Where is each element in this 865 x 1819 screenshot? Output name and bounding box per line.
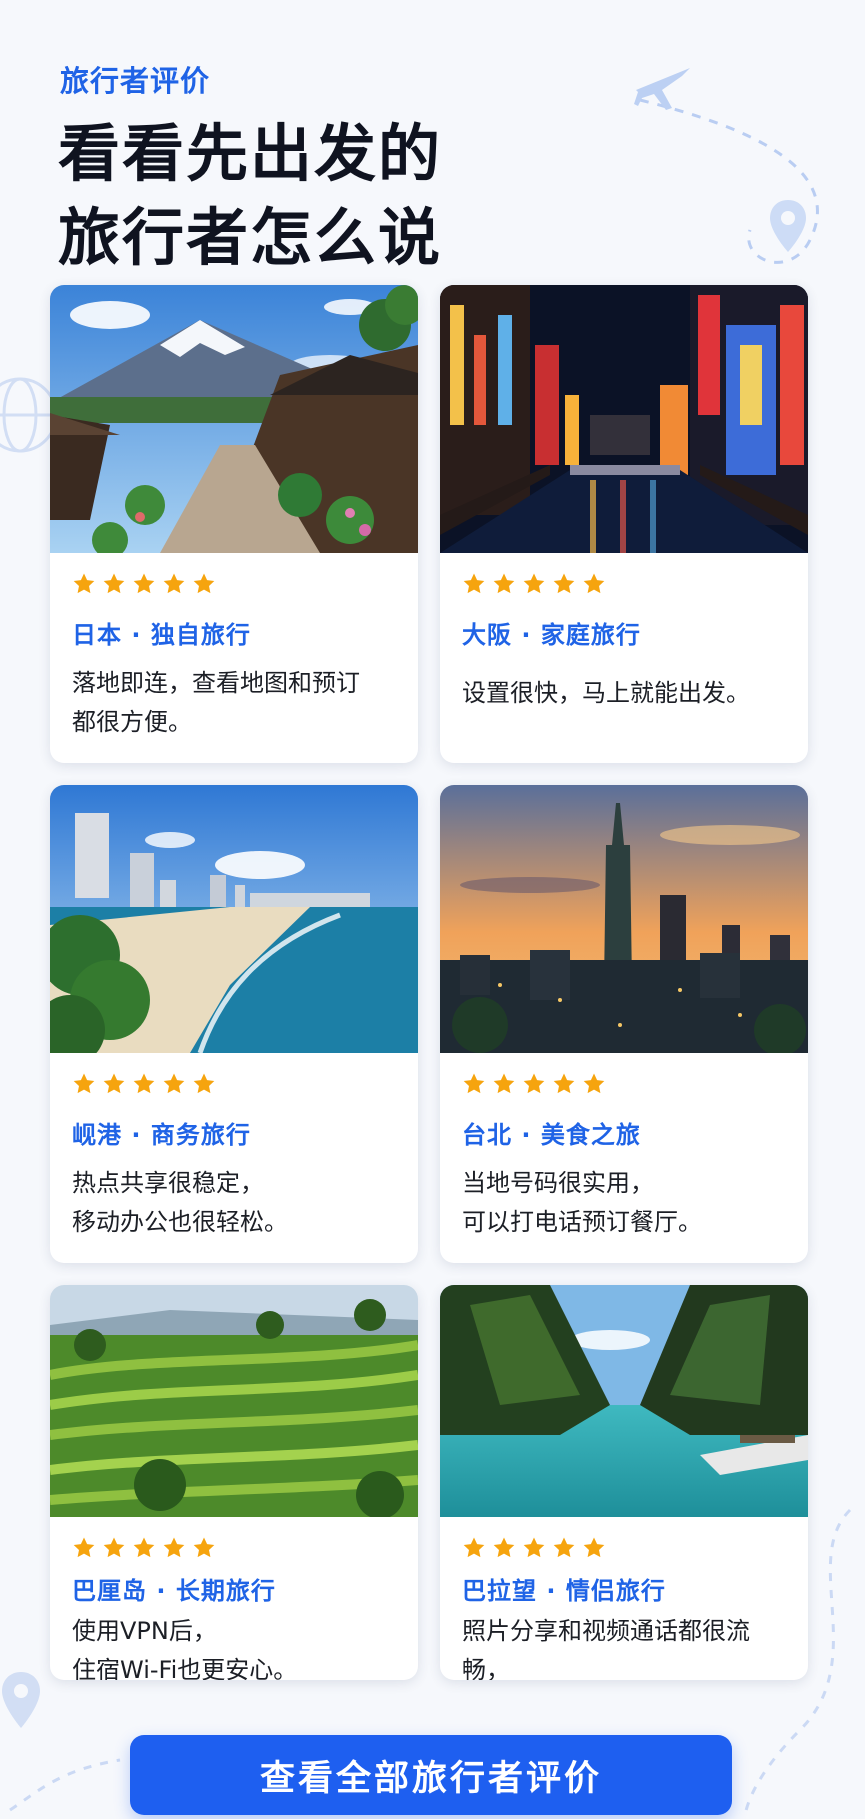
star-icon xyxy=(163,1073,185,1094)
review-text: 当地号码很实用， 可以打电话预订餐厅。 xyxy=(462,1169,702,1236)
star-icon xyxy=(493,1537,515,1558)
danang-beach-photo xyxy=(50,785,418,1053)
star-icon xyxy=(163,573,185,594)
review-card[interactable]: 巴拉望 · 情侣旅行 照片分享和视频通话都很流畅， 没有中断。 xyxy=(440,1285,808,1680)
star-icon xyxy=(553,1073,575,1094)
review-location: 大阪 · 家庭旅行 xyxy=(462,621,641,649)
review-card[interactable]: 大阪 · 家庭旅行 设置很快，马上就能出发。 xyxy=(440,285,808,763)
review-card[interactable]: 岘港 · 商务旅行 热点共享很稳定， 移动办公也很轻松。 xyxy=(50,785,418,1263)
review-card-body: 巴厘岛 · 长期旅行 使用VPN后， 住宿Wi-Fi也更安心。 xyxy=(50,1517,418,1680)
star-rating xyxy=(462,1071,786,1097)
star-rating xyxy=(462,571,786,597)
review-card[interactable]: 日本 · 独自旅行 落地即连，查看地图和预订 都很方便。 xyxy=(50,285,418,763)
review-card-body: 台北 · 美食之旅 当地号码很实用， 可以打电话预订餐厅。 xyxy=(440,1053,808,1242)
star-icon xyxy=(73,1073,95,1094)
dashed-route-decoration xyxy=(639,98,819,264)
star-icon xyxy=(583,1537,605,1558)
fuji-village-photo xyxy=(50,285,418,553)
star-icon xyxy=(583,573,605,594)
star-icon xyxy=(133,1537,155,1558)
view-all-reviews-button[interactable]: 查看全部旅行者评价 xyxy=(130,1735,732,1815)
review-text: 照片分享和视频通话都很流畅， 没有中断。 xyxy=(462,1617,750,1680)
star-icon xyxy=(523,573,545,594)
star-icon xyxy=(463,573,485,594)
star-rating xyxy=(462,1535,786,1561)
review-text: 落地即连，查看地图和预订 都很方便。 xyxy=(72,669,360,736)
airplane-icon xyxy=(634,68,690,110)
review-text: 热点共享很稳定， 移动办公也很轻松。 xyxy=(72,1169,288,1236)
star-icon xyxy=(493,1073,515,1094)
review-text: 设置很快，马上就能出发。 xyxy=(462,679,750,707)
star-icon xyxy=(553,1537,575,1558)
review-location: 岘港 · 商务旅行 xyxy=(72,1121,251,1149)
star-icon xyxy=(583,1073,605,1094)
bali-rice-terrace-photo xyxy=(50,1285,418,1517)
location-pin-icon xyxy=(2,1672,40,1728)
review-location: 日本 · 独自旅行 xyxy=(72,621,251,649)
star-icon xyxy=(493,573,515,594)
star-icon xyxy=(553,573,575,594)
review-text: 使用VPN后， 住宿Wi-Fi也更安心。 xyxy=(72,1617,298,1680)
star-icon xyxy=(523,1537,545,1558)
review-location: 台北 · 美食之旅 xyxy=(462,1121,641,1149)
star-rating xyxy=(72,1071,396,1097)
star-icon xyxy=(103,1073,125,1094)
review-grid: 日本 · 独自旅行 落地即连，查看地图和预订 都很方便。 大阪 · 家庭旅行 设… xyxy=(50,285,810,1705)
palawan-lagoon-photo xyxy=(440,1285,808,1517)
dashed-route-decoration xyxy=(9,1758,121,1812)
star-icon xyxy=(523,1073,545,1094)
review-card[interactable]: 巴厘岛 · 长期旅行 使用VPN后， 住宿Wi-Fi也更安心。 xyxy=(50,1285,418,1680)
review-card[interactable]: 台北 · 美食之旅 当地号码很实用， 可以打电话预订餐厅。 xyxy=(440,785,808,1263)
star-icon xyxy=(463,1073,485,1094)
star-rating xyxy=(72,1535,396,1561)
star-icon xyxy=(133,1073,155,1094)
star-rating xyxy=(72,571,396,597)
location-pin-icon xyxy=(770,200,806,252)
review-card-body: 日本 · 独自旅行 落地即连，查看地图和预订 都很方便。 xyxy=(50,553,418,742)
star-icon xyxy=(193,1537,215,1558)
review-card-body: 巴拉望 · 情侣旅行 照片分享和视频通话都很流畅， 没有中断。 xyxy=(440,1517,808,1680)
review-card-body: 大阪 · 家庭旅行 设置很快，马上就能出发。 xyxy=(440,553,808,713)
star-icon xyxy=(463,1537,485,1558)
review-location: 巴拉望 · 情侣旅行 xyxy=(462,1577,666,1605)
star-icon xyxy=(133,573,155,594)
star-icon xyxy=(103,573,125,594)
osaka-dotonbori-night-photo xyxy=(440,285,808,553)
star-icon xyxy=(103,1537,125,1558)
star-icon xyxy=(193,1073,215,1094)
page-title-text: 看看先出发的 旅行者怎么说 xyxy=(58,117,443,274)
section-eyebrow: 旅行者评价 xyxy=(60,64,211,98)
taipei-101-sunset-photo xyxy=(440,785,808,1053)
page-title: 看看先出发的 旅行者怎么说 xyxy=(58,112,442,280)
star-icon xyxy=(193,573,215,594)
star-icon xyxy=(73,1537,95,1558)
star-icon xyxy=(73,573,95,594)
review-card-body: 岘港 · 商务旅行 热点共享很稳定， 移动办公也很轻松。 xyxy=(50,1053,418,1242)
star-icon xyxy=(163,1537,185,1558)
review-location: 巴厘岛 · 长期旅行 xyxy=(72,1577,276,1605)
